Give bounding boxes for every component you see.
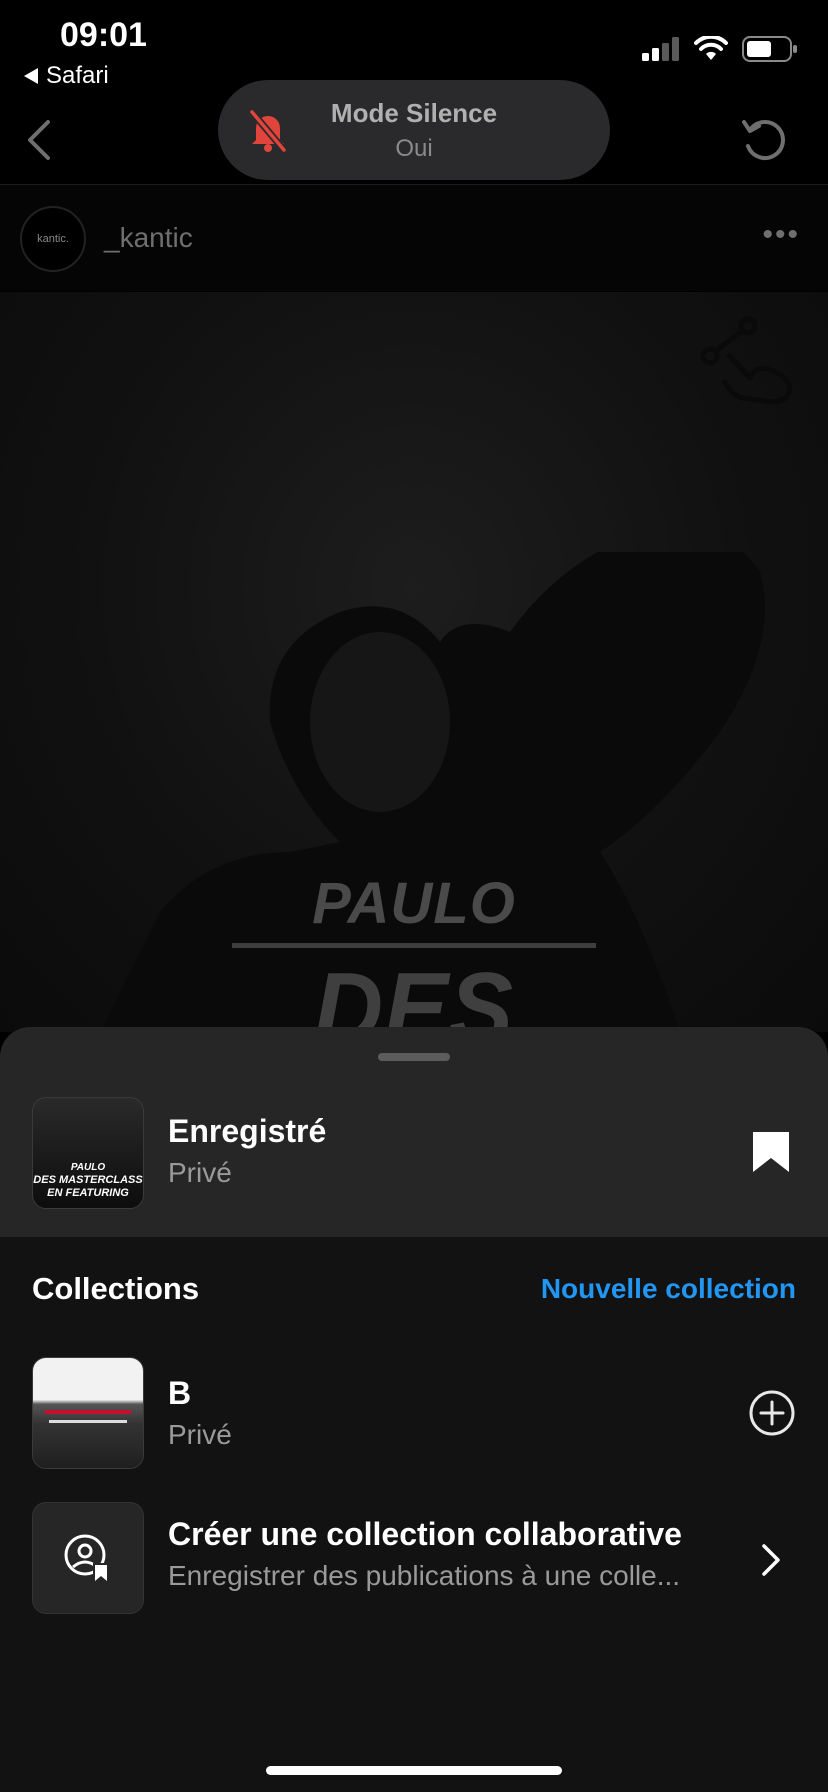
collab-person-bookmark-icon bbox=[64, 1534, 109, 1581]
silence-mode-title: Mode Silence bbox=[330, 97, 498, 128]
collection-subtitle: Privé bbox=[168, 1419, 232, 1450]
post-username[interactable]: _kantic bbox=[104, 222, 193, 254]
back-app-label: Safari bbox=[46, 62, 109, 89]
collections-heading: Collections bbox=[32, 1271, 200, 1306]
post-image-text-line2: DES MASTERCLASS bbox=[313, 952, 515, 1032]
saved-title: Enregistré bbox=[168, 1113, 327, 1149]
collection-title: B bbox=[168, 1375, 192, 1411]
post-image-divider bbox=[232, 943, 596, 948]
add-circle-icon[interactable] bbox=[748, 1389, 796, 1437]
saved-thumb-text-b: DES MASTERCLASS bbox=[33, 1174, 143, 1186]
collection-row-b[interactable]: B Privé bbox=[0, 1357, 828, 1487]
saved-thumb-text-c: EN FEATURING bbox=[47, 1187, 129, 1199]
collab-subtitle: Enregistrer des publications à une colle… bbox=[168, 1560, 681, 1591]
saved-row[interactable]: PAULO DES MASTERCLASS EN FEATURING Enreg… bbox=[0, 1027, 828, 1237]
chevron-right-icon bbox=[762, 1544, 780, 1576]
post-image-text-line1: PAULO bbox=[312, 871, 516, 936]
back-chevron-icon[interactable] bbox=[24, 118, 54, 162]
saved-subtitle: Privé bbox=[168, 1157, 232, 1188]
save-bottom-sheet: PAULO DES MASTERCLASS EN FEATURING Enreg… bbox=[0, 1027, 828, 1792]
back-triangle-icon bbox=[24, 68, 38, 84]
bookmark-filled-icon[interactable] bbox=[752, 1131, 790, 1173]
more-options-icon[interactable]: ••• bbox=[762, 218, 800, 252]
avatar-text: kantic. bbox=[37, 233, 69, 245]
wifi-icon bbox=[694, 36, 728, 60]
collab-icon-box bbox=[32, 1502, 144, 1614]
silence-mode-status: Oui bbox=[395, 134, 433, 162]
silence-mode-banner: Mode Silence Oui bbox=[218, 80, 610, 180]
cellular-signal-icon bbox=[642, 37, 679, 61]
sheet-drag-handle[interactable] bbox=[378, 1053, 450, 1061]
create-collab-collection-row[interactable]: Créer une collection collaborative Enreg… bbox=[0, 1502, 828, 1622]
thumb-line bbox=[49, 1420, 127, 1423]
status-time: 09:01 bbox=[60, 16, 147, 54]
back-to-app-link[interactable]: Safari bbox=[24, 62, 109, 90]
refresh-icon[interactable] bbox=[740, 116, 788, 164]
saved-thumb-text-a: PAULO bbox=[70, 1162, 106, 1173]
post-image[interactable]: PAULO DES MASTERCLASS bbox=[0, 292, 828, 1032]
collab-title: Créer une collection collaborative bbox=[168, 1516, 682, 1552]
new-collection-link[interactable]: Nouvelle collection bbox=[541, 1273, 796, 1305]
swipe-hand-icon bbox=[700, 316, 793, 405]
saved-thumbnail: PAULO DES MASTERCLASS EN FEATURING bbox=[32, 1097, 144, 1209]
home-indicator[interactable] bbox=[266, 1766, 562, 1775]
thumb-banner bbox=[45, 1410, 131, 1414]
collection-b-thumbnail bbox=[32, 1357, 144, 1469]
battery-icon bbox=[742, 36, 797, 62]
avatar[interactable]: kantic. bbox=[20, 206, 86, 272]
status-icons bbox=[642, 36, 798, 62]
